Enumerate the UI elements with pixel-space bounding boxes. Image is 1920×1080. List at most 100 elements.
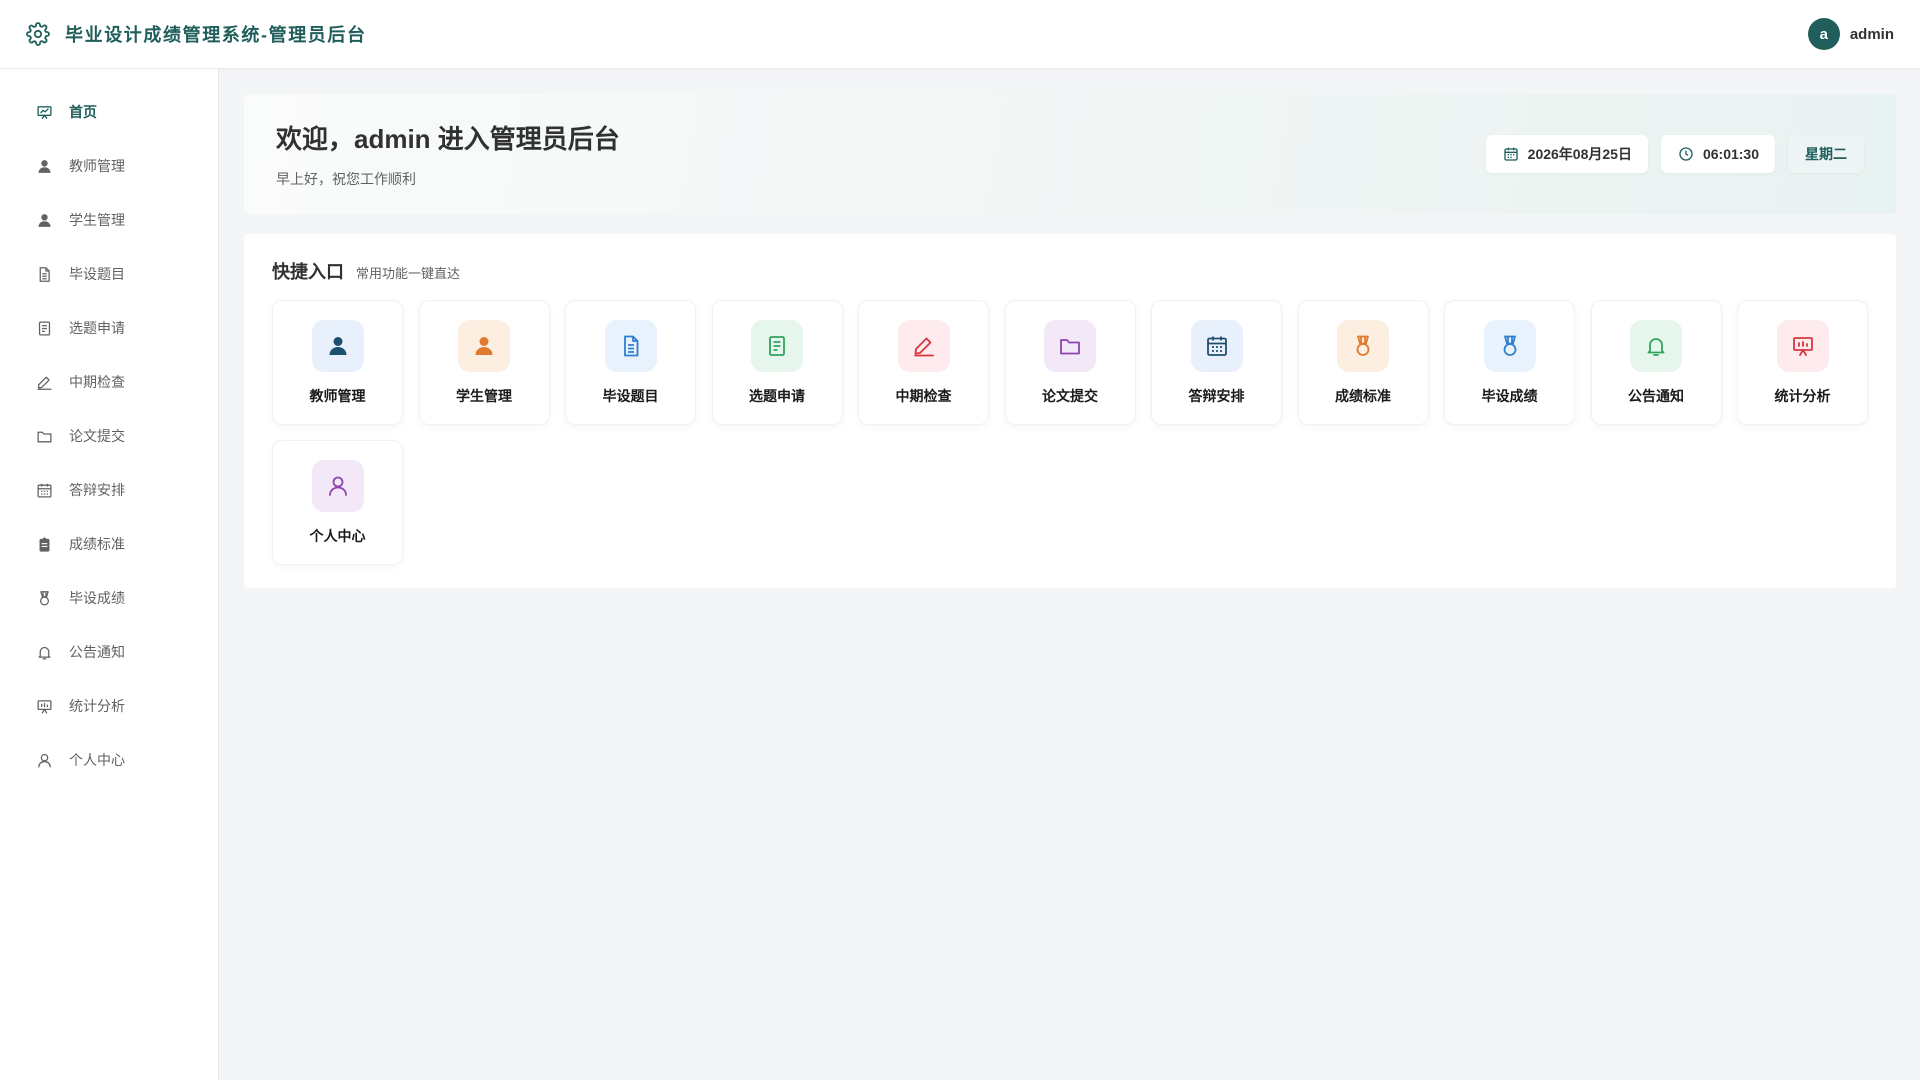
quick-tile-label: 选题申请 — [749, 388, 805, 404]
sidebar-item-label: 个人中心 — [69, 752, 125, 768]
sidebar-item-12[interactable]: 统计分析 — [0, 679, 218, 733]
sidebar-item-label: 选题申请 — [69, 320, 125, 336]
weekday-text: 星期二 — [1805, 146, 1847, 162]
quick-access-subtitle: 常用功能一键直达 — [356, 266, 461, 281]
username[interactable]: admin — [1850, 26, 1894, 43]
quick-access-panel: 快捷入口 常用功能一键直达 教师管理 学生管理 毕设题目 选题申请 中期检查 论文提交 答辩… — [244, 234, 1896, 588]
sidebar-item-label: 成绩标准 — [69, 536, 125, 552]
sidebar-item-label: 毕设成绩 — [69, 590, 125, 606]
user-solid-icon — [458, 320, 510, 372]
gear-icon[interactable] — [25, 21, 51, 47]
sidebar-item-label: 统计分析 — [69, 698, 125, 714]
quick-access-tiles: 教师管理 学生管理 毕设题目 选题申请 中期检查 论文提交 答辩安排 成绩标准 毕设成绩 公告通知… — [272, 300, 1868, 565]
quick-tile-label: 中期检查 — [895, 388, 952, 404]
medal-icon — [1337, 320, 1389, 372]
sidebar-item-4[interactable]: 毕设题目 — [0, 247, 218, 301]
quick-tile-5[interactable]: 中期检查 — [858, 300, 989, 425]
edit-icon — [897, 320, 950, 372]
folder-icon — [35, 427, 53, 445]
user-solid-icon — [311, 320, 364, 372]
quick-tile-9[interactable]: 毕设成绩 — [1444, 300, 1575, 425]
medal-icon — [35, 589, 53, 607]
sidebar-item-label: 公告通知 — [69, 644, 125, 660]
quick-tile-label: 毕设题目 — [602, 388, 659, 404]
quick-tile-4[interactable]: 选题申请 — [711, 300, 843, 425]
quick-tile-12[interactable]: 个人中心 — [272, 440, 403, 565]
sidebar-item-label: 学生管理 — [69, 212, 125, 228]
sidebar-item-13[interactable]: 个人中心 — [0, 733, 218, 787]
sidebar-item-3[interactable]: 学生管理 — [0, 193, 218, 247]
sidebar-item-1[interactable]: 首页 — [0, 85, 218, 139]
quick-tile-10[interactable]: 公告通知 — [1590, 300, 1722, 425]
document-list-icon — [35, 319, 53, 337]
sidebar-item-2[interactable]: 教师管理 — [0, 139, 218, 193]
user-outline-icon — [311, 460, 364, 512]
main-content: 欢迎，admin 进入管理员后台 早上好，祝您工作顺利 2026年08月25日 … — [244, 94, 1896, 588]
bell-icon — [1630, 320, 1682, 372]
quick-tile-label: 成绩标准 — [1335, 388, 1391, 404]
time-text: 06:01:30 — [1702, 146, 1759, 162]
welcome-subtitle: 早上好，祝您工作顺利 — [276, 171, 416, 187]
document-icon — [35, 265, 53, 283]
quick-tile-2[interactable]: 学生管理 — [418, 300, 550, 425]
sidebar-item-7[interactable]: 论文提交 — [0, 409, 218, 463]
weekday-chip: 星期二 — [1788, 135, 1864, 173]
edit-icon — [35, 373, 53, 391]
top-header: 毕业设计成绩管理系统-管理员后台 a admin — [0, 0, 1920, 69]
calendar-icon — [1190, 320, 1243, 372]
welcome-banner: 欢迎，admin 进入管理员后台 早上好，祝您工作顺利 2026年08月25日 … — [244, 94, 1896, 214]
clipboard-icon — [35, 535, 53, 553]
time-chip: 06:01:30 — [1660, 135, 1775, 173]
quick-tile-label: 毕设成绩 — [1481, 388, 1538, 404]
app-title: 毕业设计成绩管理系统-管理员后台 — [65, 25, 367, 45]
quick-tile-label: 答辩安排 — [1188, 388, 1245, 404]
calendar-icon — [35, 481, 53, 499]
quick-tile-label: 个人中心 — [309, 528, 366, 544]
sidebar-item-label: 答辩安排 — [69, 482, 125, 498]
brand: 毕业设计成绩管理系统-管理员后台 — [25, 21, 367, 47]
chart-board-icon — [1776, 320, 1829, 372]
quick-tile-11[interactable]: 统计分析 — [1737, 300, 1868, 425]
dashboard-icon — [35, 103, 53, 121]
sidebar-item-8[interactable]: 答辩安排 — [0, 463, 218, 517]
calendar-icon — [1502, 145, 1520, 163]
quick-access-title: 快捷入口 — [272, 262, 344, 282]
quick-tile-6[interactable]: 论文提交 — [1004, 300, 1136, 425]
folder-icon — [1044, 320, 1096, 372]
chart-board-icon — [35, 697, 53, 715]
sidebar-item-11[interactable]: 公告通知 — [0, 625, 218, 679]
date-chip: 2026年08月25日 — [1485, 135, 1648, 173]
quick-tile-label: 学生管理 — [456, 388, 512, 404]
datetime-chips: 2026年08月25日 06:01:30 星期二 — [1473, 135, 1864, 173]
sidebar-item-label: 毕设题目 — [69, 266, 125, 282]
user-solid-icon — [35, 157, 53, 175]
quick-tile-label: 论文提交 — [1042, 388, 1098, 404]
sidebar-item-5[interactable]: 选题申请 — [0, 301, 218, 355]
quick-tile-label: 公告通知 — [1628, 388, 1684, 404]
quick-tile-label: 统计分析 — [1774, 388, 1831, 404]
document-list-icon — [751, 320, 803, 372]
welcome-text: 欢迎，admin 进入管理员后台 早上好，祝您工作顺利 — [276, 119, 620, 189]
quick-tile-7[interactable]: 答辩安排 — [1151, 300, 1282, 425]
welcome-title: 欢迎，admin 进入管理员后台 — [276, 124, 620, 154]
sidebar-item-label: 教师管理 — [69, 158, 125, 174]
bell-icon — [35, 643, 53, 661]
clock-icon — [1677, 145, 1695, 163]
sidebar: 首页教师管理学生管理毕设题目选题申请中期检查论文提交答辩安排成绩标准毕设成绩公告… — [0, 69, 219, 1080]
document-icon — [604, 320, 657, 372]
medal-icon — [1483, 320, 1536, 372]
quick-tile-3[interactable]: 毕设题目 — [565, 300, 696, 425]
sidebar-item-9[interactable]: 成绩标准 — [0, 517, 218, 571]
date-text: 2026年08月25日 — [1527, 146, 1632, 162]
quick-tile-8[interactable]: 成绩标准 — [1297, 300, 1429, 425]
user-menu[interactable]: a admin — [1807, 18, 1894, 50]
avatar[interactable]: a — [1807, 18, 1840, 50]
sidebar-item-10[interactable]: 毕设成绩 — [0, 571, 218, 625]
user-outline-icon — [35, 751, 53, 769]
quick-tile-label: 教师管理 — [309, 388, 366, 404]
sidebar-item-6[interactable]: 中期检查 — [0, 355, 218, 409]
quick-tile-1[interactable]: 教师管理 — [272, 300, 403, 425]
user-solid-icon — [35, 211, 53, 229]
quick-access-header: 快捷入口 常用功能一键直达 — [272, 258, 1868, 284]
sidebar-item-label: 中期检查 — [69, 374, 125, 390]
